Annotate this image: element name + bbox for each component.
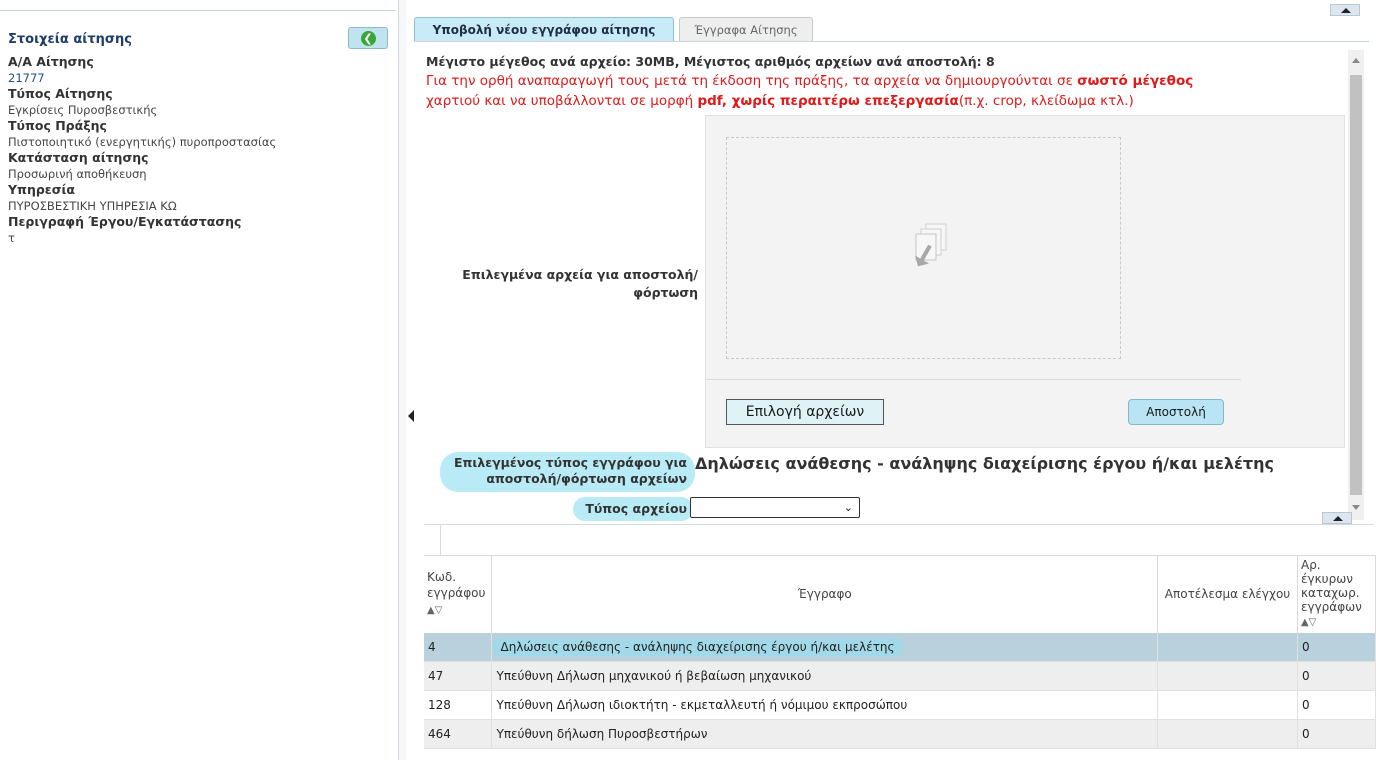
cell-result: [1157, 690, 1298, 720]
table-toolbar: [440, 525, 441, 555]
column-header-count[interactable]: Αρ. έγκυρων καταχωρ. εγγράφων ▲▽: [1297, 555, 1376, 633]
field-label-application-id: Α/Α Αίτησης: [8, 54, 94, 69]
collapse-top-button[interactable]: [1330, 4, 1360, 16]
cell-document: Υπεύθυνη Δήλωση μηχανικού ή βεβαίωση μηχ…: [491, 661, 1159, 691]
upload-notice: Για την ορθή αναπαραγωγή τους μετά τη έκ…: [426, 71, 1336, 111]
cell-count: 0: [1297, 661, 1376, 691]
notice-text-2: χαρτιού και να υποβάλλονται σε μορφή: [426, 93, 698, 109]
field-value-service: ΠΥΡΟΣΒΕΣΤΙΚΗ ΥΠΗΡΕΣΙΑ ΚΩ: [8, 199, 177, 213]
cell-code: 128: [424, 690, 493, 720]
scroll-up-icon[interactable]: [1352, 58, 1360, 63]
sort-icon[interactable]: ▲▽: [1301, 617, 1316, 628]
table-divider: [424, 524, 1374, 525]
field-label-application-type: Τύπος Αίτησης: [8, 86, 113, 101]
notice-text-1: Για την ορθή αναπαραγωγή τους μετά τη έκ…: [426, 73, 1078, 89]
cell-count: 0: [1297, 719, 1376, 749]
cell-count: 0: [1297, 632, 1376, 662]
back-button[interactable]: ❮: [348, 27, 388, 49]
chevron-down-icon: ⌄: [843, 501, 853, 514]
tab-application-documents[interactable]: Έγγραφα Αίτησης: [679, 17, 813, 41]
file-type-label: Τύπος αρχείου: [573, 497, 693, 521]
circle-arrow-left-icon: ❮: [360, 30, 376, 46]
scrollbar-thumb[interactable]: [1350, 75, 1362, 495]
field-label-act-type: Τύπος Πράξης: [8, 118, 107, 133]
notice-text-3: (π.χ. crop, κλείδωμα κτλ.): [958, 93, 1134, 109]
cell-document: Δηλώσεις ανάθεσης - ανάληψης διαχείρισης…: [491, 632, 1159, 662]
field-label-service: Υπηρεσία: [8, 182, 75, 197]
notice-bold-2: pdf, χωρίς περαιτέρω επεξεργασία: [697, 93, 959, 109]
file-upload-area: Επιλογή αρχείων Αποστολή: [705, 115, 1345, 448]
files-drop-icon: [915, 223, 947, 267]
field-value-act-type: Πιστοποιητικό (ενεργητικής) πυροπροστασί…: [8, 135, 277, 149]
field-value-application-type: Εγκρίσεις Πυροσβεστικής: [8, 103, 158, 117]
field-value-application-id: 21777: [8, 71, 45, 85]
notice-bold-1: σωστό μέγεθος: [1077, 73, 1194, 89]
application-details-panel: Στοιχεία αίτησης ❮ Α/Α Αίτησης 21777 Τύπ…: [0, 0, 400, 760]
doc-type-value: Δηλώσεις ανάθεσης - ανάληψης διαχείρισης…: [695, 454, 1274, 473]
divider: [0, 10, 396, 11]
panel-title: Στοιχεία αίτησης: [8, 32, 132, 47]
upload-panel-scrollbar[interactable]: [1348, 50, 1364, 520]
cell-document: Υπεύθυνη δήλωση Πυροσβεστήρων: [491, 719, 1159, 749]
scroll-down-icon[interactable]: [1352, 505, 1360, 510]
field-label-description: Περιγραφή Έργου/Εγκατάστασης: [8, 214, 242, 229]
file-type-select[interactable]: ⌄: [690, 497, 860, 518]
column-header-document[interactable]: Έγγραφο: [491, 555, 1159, 633]
cell-code: 464: [424, 719, 493, 749]
send-button[interactable]: Αποστολή: [1128, 399, 1224, 425]
cell-code: 47: [424, 661, 493, 691]
table-row[interactable]: 464 Υπεύθυνη δήλωση Πυροσβεστήρων 0: [424, 719, 1376, 749]
select-files-button[interactable]: Επιλογή αρχείων: [726, 399, 884, 425]
cell-document: Υπεύθυνη Δήλωση ιδιοκτήτη - εκμεταλλευτή…: [491, 690, 1159, 720]
table-row[interactable]: 128 Υπεύθυνη Δήλωση ιδιοκτήτη - εκμεταλλ…: [424, 690, 1376, 720]
collapse-upload-button[interactable]: [1322, 512, 1352, 524]
documents-table: Κωδ. εγγράφου ▲▽ Έγγραφο Αποτέλεσμα ελέγ…: [424, 555, 1376, 749]
table-row[interactable]: 4 Δηλώσεις ανάθεσης - ανάληψης διαχείρισ…: [424, 632, 1376, 662]
selected-files-label: Επιλεγμένα αρχεία για αποστολή/ φόρτωση: [462, 267, 698, 300]
column-header-count-label: Αρ. έγκυρων καταχωρ. εγγράφων: [1300, 558, 1362, 615]
field-value-description: τ: [8, 231, 15, 245]
cell-result: [1157, 632, 1298, 662]
cell-count: 0: [1297, 690, 1376, 720]
tab-upload-new-document[interactable]: Υποβολή νέου εγγράφου αίτησης: [414, 17, 674, 41]
field-label-status: Κατάσταση αίτησης: [8, 150, 149, 165]
field-value-status: Προσωρινή αποθήκευση: [8, 167, 147, 181]
doc-type-label: Επιλεγμένος τύπος εγγράφου για αποστολή/…: [440, 452, 695, 492]
table-row[interactable]: 47 Υπεύθυνη Δήλωση μηχανικού ή βεβαίωση …: [424, 661, 1376, 691]
cell-result: [1157, 661, 1298, 691]
upload-panel: Μέγιστο μέγεθος ανά αρχείο: 30MB, Μέγιστ…: [418, 44, 1368, 522]
column-header-code[interactable]: Κωδ. εγγράφου ▲▽: [424, 555, 493, 633]
cell-document-text: Δηλώσεις ανάθεσης - ανάληψης διαχείρισης…: [492, 637, 903, 656]
tabs-divider: [414, 41, 1369, 42]
file-drop-zone[interactable]: [726, 137, 1121, 359]
cell-code: 4: [424, 632, 493, 662]
panel-splitter[interactable]: [398, 0, 406, 760]
cell-result: [1157, 719, 1298, 749]
collapse-left-icon[interactable]: [408, 410, 414, 422]
divider: [706, 379, 1241, 380]
column-header-result[interactable]: Αποτέλεσμα ελέγχου: [1157, 555, 1298, 633]
sort-icon[interactable]: ▲▽: [427, 605, 442, 616]
max-size-info: Μέγιστο μέγεθος ανά αρχείο: 30MB, Μέγιστ…: [426, 54, 995, 69]
column-header-code-label: Κωδ. εγγράφου: [427, 570, 486, 601]
